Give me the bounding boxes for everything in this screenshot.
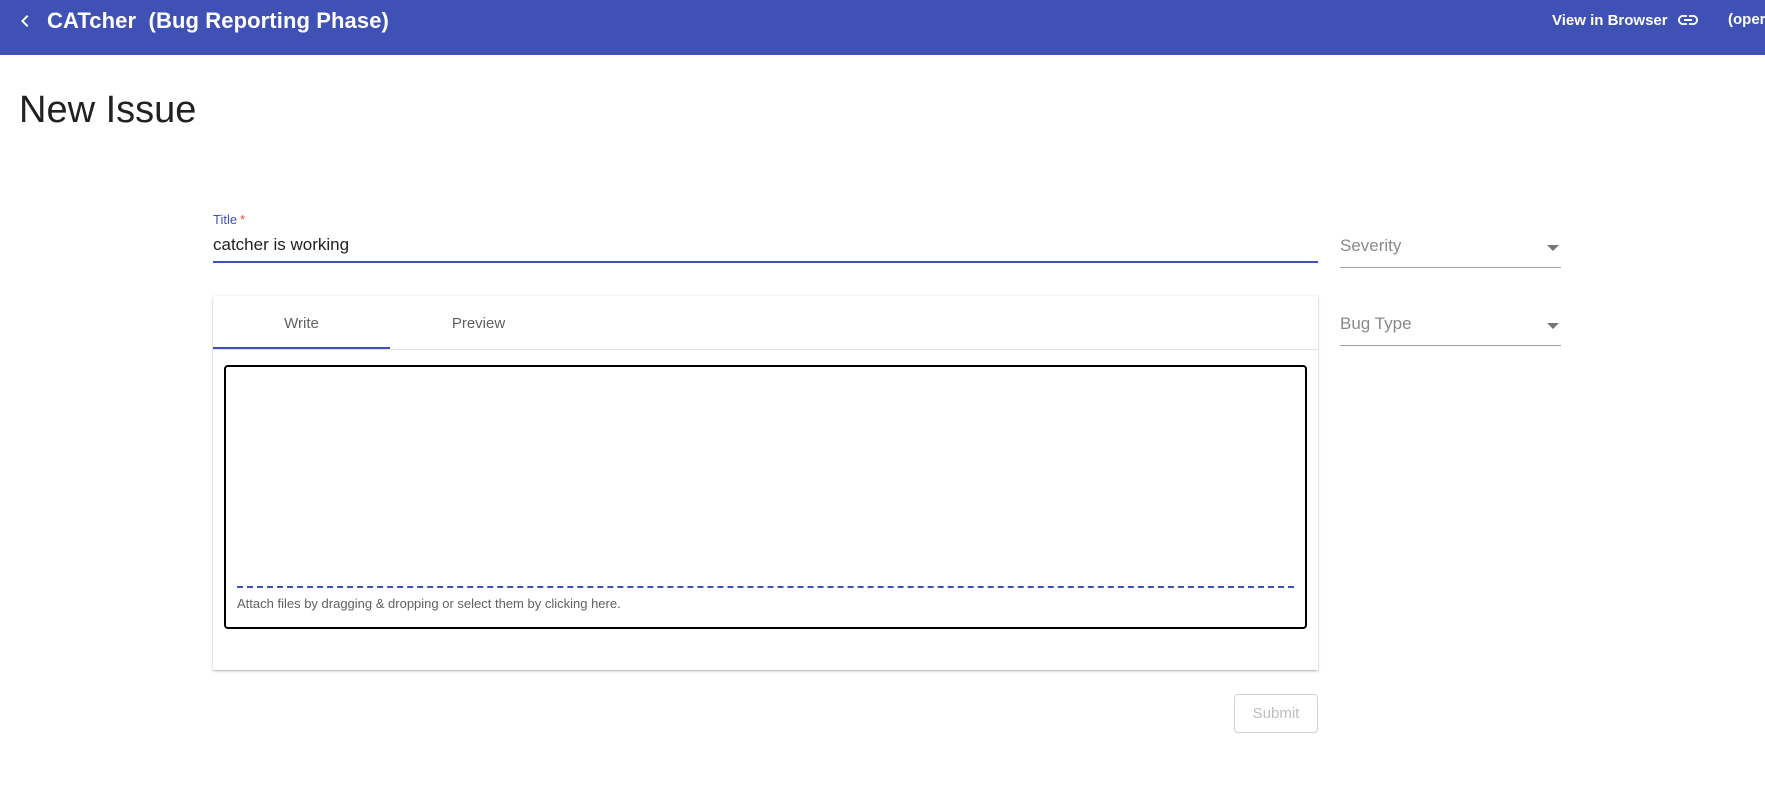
chevron-left-icon xyxy=(21,15,29,27)
attach-files-link[interactable]: Attach files by dragging & dropping or s… xyxy=(237,596,621,611)
back-button[interactable] xyxy=(8,4,42,38)
description-editor-card: Write Preview Attach files by dragging &… xyxy=(213,296,1318,670)
title-field: Title * xyxy=(213,212,1318,264)
tab-write[interactable]: Write xyxy=(213,296,390,350)
page-title: New Issue xyxy=(19,89,197,131)
title-label-text: Title xyxy=(213,212,238,227)
editor-tabs: Write Preview xyxy=(213,296,1318,350)
arrow-drop-down-icon xyxy=(1547,245,1559,251)
required-marker: * xyxy=(240,212,246,227)
severity-placeholder: Severity xyxy=(1340,236,1402,255)
top-toolbar: CATcher (Bug Reporting Phase) View in Br… xyxy=(0,0,1765,55)
dropzone-divider xyxy=(237,586,1294,588)
view-in-browser-button[interactable]: View in Browser xyxy=(1552,9,1700,31)
title-input[interactable] xyxy=(213,232,1318,258)
active-tab-indicator xyxy=(213,347,390,349)
title-label: Title * xyxy=(213,212,245,227)
submit-button[interactable]: Submit xyxy=(1234,694,1318,733)
app-title: CATcher (Bug Reporting Phase) xyxy=(47,8,389,33)
description-textarea[interactable] xyxy=(236,375,1295,575)
arrow-drop-down-icon xyxy=(1547,323,1559,329)
view-in-browser-label: View in Browser xyxy=(1552,11,1668,29)
severity-select[interactable]: Severity xyxy=(1340,228,1561,268)
session-status-text: (oper xyxy=(1728,11,1765,28)
bug-type-select[interactable]: Bug Type xyxy=(1340,306,1561,346)
link-icon xyxy=(1677,15,1698,25)
tab-preview[interactable]: Preview xyxy=(390,296,567,350)
title-underline xyxy=(213,261,1318,263)
severity-underline xyxy=(1340,267,1561,268)
bug-type-placeholder: Bug Type xyxy=(1340,314,1412,333)
description-box: Attach files by dragging & dropping or s… xyxy=(224,365,1307,629)
bug-type-underline xyxy=(1340,345,1561,346)
